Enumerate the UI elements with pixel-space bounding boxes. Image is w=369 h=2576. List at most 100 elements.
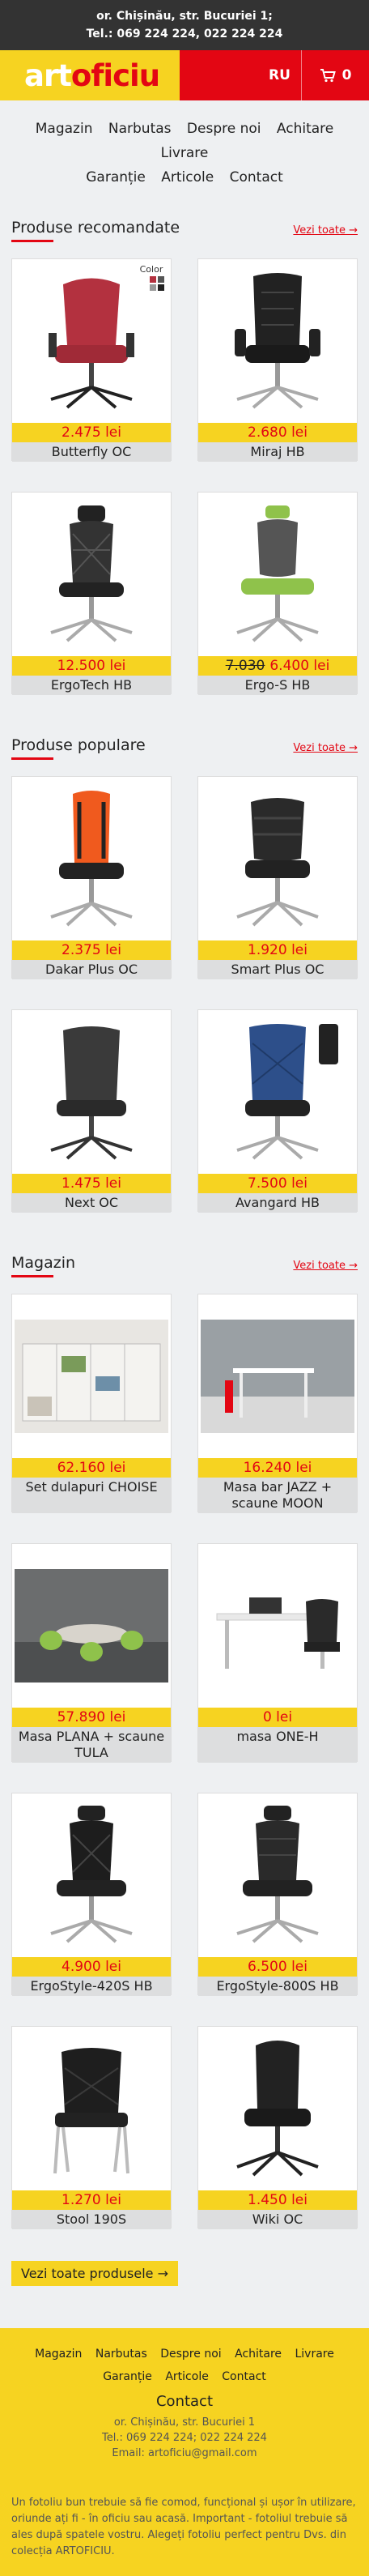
product-price: 12.500 lei (12, 656, 171, 676)
cart-count: 0 (341, 67, 352, 83)
product-image (12, 2027, 171, 2190)
footer-address: or. Chișinău, str. Bucuriei 1 (113, 2416, 256, 2429)
product-name[interactable]: Stool 190S (12, 2210, 171, 2229)
product-name[interactable]: ErgoTech HB (12, 676, 171, 695)
footer-nav-articole[interactable]: Articole (165, 2370, 208, 2383)
product-name[interactable]: Miraj HB (198, 442, 357, 462)
section-underline (11, 240, 53, 242)
product-card[interactable]: 57.890 lei Masa PLANA + scaune TULA (11, 1543, 172, 1763)
product-image (198, 1544, 357, 1708)
product-image (198, 1010, 357, 1174)
product-name[interactable]: ErgoStyle-800S HB (198, 1977, 357, 1996)
product-image (12, 1294, 171, 1458)
section-shop: Magazin Vezi toate → 62.160 lei Set dula… (0, 1249, 369, 2286)
section-popular: Produse populare Vezi toate → 2.375 lei … (0, 731, 369, 1213)
nav-item-despre-noi[interactable]: Despre noi (187, 121, 261, 137)
product-name[interactable]: Smart Plus OC (198, 960, 357, 979)
product-price: 1.270 lei (12, 2190, 171, 2210)
store-address: or. Chișinău, str. Bucuriei 1; (96, 10, 273, 23)
product-card[interactable]: 1.270 lei Stool 190S (11, 2026, 172, 2229)
product-price: 1.450 lei (198, 2190, 357, 2210)
product-image (198, 259, 357, 423)
product-image (12, 493, 171, 656)
section-underline (11, 1275, 53, 1277)
footer-phones[interactable]: Tel.: 069 224 224; 022 224 224 (11, 2430, 358, 2446)
view-all-products-button[interactable]: Vezi toate produsele → (11, 2261, 178, 2286)
nav-item-articole[interactable]: Articole (161, 169, 214, 186)
footer-about-text: Un fotoliu bun trebuie să fie comod, fun… (11, 2497, 356, 2557)
section-recommended: Produse recomandate Vezi toate → Color 2… (0, 214, 369, 695)
product-card[interactable]: 1.450 lei Wiki OC (197, 2026, 358, 2229)
product-name[interactable]: Next OC (12, 1193, 171, 1213)
footer-email[interactable]: Email: artoficiu@gmail.com (11, 2446, 358, 2461)
nav-item-achitare[interactable]: Achitare (277, 121, 333, 137)
product-image (198, 1294, 357, 1458)
view-all-link[interactable]: Vezi toate → (293, 224, 358, 237)
store-phone[interactable]: Tel.: 069 224 224, 022 224 224 (0, 25, 369, 43)
product-price: 2.680 lei (198, 423, 357, 442)
product-name[interactable]: Wiki OC (198, 2210, 357, 2229)
product-card[interactable]: 1.475 lei Next OC (11, 1009, 172, 1213)
footer-contact-title: Contact (155, 2393, 214, 2410)
product-card[interactable]: 2.375 lei Dakar Plus OC (11, 776, 172, 979)
product-image (198, 493, 357, 656)
footer-nav-narbutas[interactable]: Narbutas (95, 2348, 147, 2361)
product-card[interactable]: 0 lei masa ONE-H (197, 1543, 358, 1763)
footer-nav-achitare[interactable]: Achitare (235, 2348, 282, 2361)
product-image (12, 1010, 171, 1174)
section-title: Produse recomandate (11, 219, 180, 237)
cart-icon (320, 68, 336, 82)
old-price: 7.030 (225, 658, 265, 674)
product-name[interactable]: masa ONE-H (198, 1727, 357, 1763)
product-card[interactable]: 62.160 lei Set dulapuri CHOISE (11, 1294, 172, 1513)
footer-nav-garantie[interactable]: Garanție (103, 2370, 152, 2383)
logo[interactable]: art oficiu (0, 50, 180, 100)
product-card[interactable]: 16.240 lei Masa bar JAZZ + scaune MOON (197, 1294, 358, 1513)
product-name[interactable]: Set dulapuri CHOISE (12, 1478, 171, 1513)
product-card[interactable]: 12.500 lei ErgoTech HB (11, 492, 172, 695)
product-name[interactable]: Dakar Plus OC (12, 960, 171, 979)
footer-nav: Magazin Narbutas Despre noi Achitare Liv… (11, 2343, 358, 2388)
product-image (12, 777, 171, 940)
product-card[interactable]: 1.920 lei Smart Plus OC (197, 776, 358, 979)
product-price: 16.240 lei (198, 1458, 357, 1478)
product-price: 4.900 lei (12, 1957, 171, 1977)
product-card[interactable]: 4.900 lei ErgoStyle-420S HB (11, 1793, 172, 1996)
product-card[interactable]: 6.500 lei ErgoStyle-800S HB (197, 1793, 358, 1996)
product-name[interactable]: Masa bar JAZZ + scaune MOON (198, 1478, 357, 1513)
nav-item-garantie[interactable]: Garanție (86, 169, 146, 186)
language-switch[interactable]: RU (269, 50, 291, 100)
footer-nav-livrare[interactable]: Livrare (295, 2348, 333, 2361)
product-name[interactable]: Avangard HB (198, 1193, 357, 1213)
product-price: 2.475 lei (12, 423, 171, 442)
new-price: 6.400 lei (269, 658, 330, 674)
footer-nav-contact[interactable]: Contact (222, 2370, 265, 2383)
section-title: Produse populare (11, 736, 146, 754)
footer-nav-despre-noi[interactable]: Despre noi (160, 2348, 221, 2361)
footer-nav-magazin[interactable]: Magazin (35, 2348, 82, 2361)
view-all-link[interactable]: Vezi toate → (293, 742, 358, 754)
product-name[interactable]: Ergo-S HB (198, 676, 357, 695)
product-price: 1.920 lei (198, 940, 357, 960)
footer-contact-info: or. Chișinău, str. Bucuriei 1 Tel.: 069 … (11, 2415, 358, 2461)
cart-button[interactable]: 0 (301, 50, 369, 100)
nav-item-contact[interactable]: Contact (230, 169, 283, 186)
nav-item-narbutas[interactable]: Narbutas (108, 121, 172, 137)
view-all-link[interactable]: Vezi toate → (293, 1260, 358, 1272)
product-card[interactable]: 7.030 6.400 lei Ergo-S HB (197, 492, 358, 695)
product-name[interactable]: ErgoStyle-420S HB (12, 1977, 171, 1996)
product-name[interactable]: Masa PLANA + scaune TULA (12, 1727, 171, 1763)
footer: Magazin Narbutas Despre noi Achitare Liv… (0, 2328, 369, 2576)
product-name[interactable]: Butterfly OC (12, 442, 171, 462)
product-price: 6.500 lei (198, 1957, 357, 1977)
nav-item-livrare[interactable]: Livrare (161, 145, 209, 161)
product-card[interactable]: Color 2.475 lei Butterfly OC (11, 258, 172, 462)
product-price: 0 lei (198, 1708, 357, 1727)
product-card[interactable]: 2.680 lei Miraj HB (197, 258, 358, 462)
nav-item-magazin[interactable]: Magazin (36, 121, 93, 137)
product-card[interactable]: 7.500 lei Avangard HB (197, 1009, 358, 1213)
color-options[interactable]: Color (138, 264, 164, 291)
product-price: 1.475 lei (12, 1174, 171, 1193)
product-price: 7.030 6.400 lei (198, 656, 357, 676)
product-price: 2.375 lei (12, 940, 171, 960)
